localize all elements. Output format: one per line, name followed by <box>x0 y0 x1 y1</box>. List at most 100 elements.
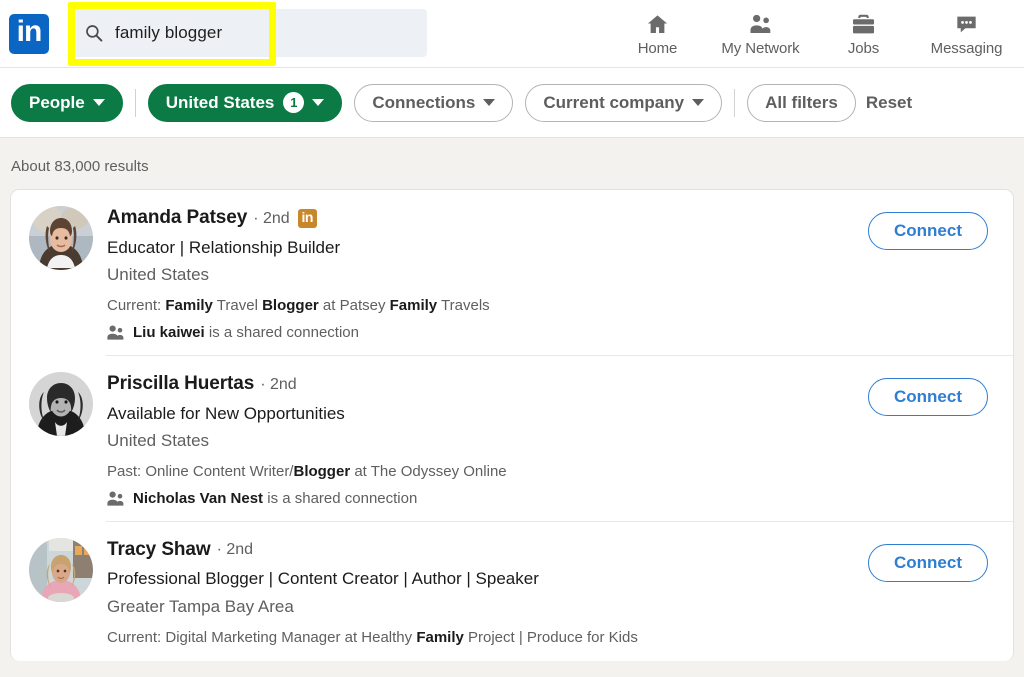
experience-parts: Family Travel Blogger at Patsey Family T… <box>165 297 489 314</box>
connection-degree: · 2nd <box>253 209 289 228</box>
connection-degree: · 2nd <box>217 540 253 559</box>
filter-pill-united-states[interactable]: United States 1 <box>148 84 343 122</box>
name-line: Priscilla Huertas · 2nd <box>107 373 868 396</box>
experience-prefix: Past: <box>107 463 145 480</box>
result-item[interactable]: Priscilla Huertas · 2nd Available for Ne… <box>106 355 1013 521</box>
home-icon <box>645 12 670 37</box>
result-item[interactable]: Tracy Shaw · 2nd Professional Blogger | … <box>106 521 1013 662</box>
nav-icon-group: Home My Network Jobs <box>606 0 1018 68</box>
filter-pill-people-label: People <box>29 93 85 113</box>
shared-connection-suffix: is a shared connection <box>205 324 359 341</box>
filter-pill-current-company[interactable]: Current company <box>525 84 722 122</box>
filter-pill-current-company-label: Current company <box>543 93 684 113</box>
experience-prefix: Current: <box>107 297 165 314</box>
shared-connection: Nicholas Van Nest is a shared connection <box>107 490 868 507</box>
shared-connection: Liu kaiwei is a shared connection <box>107 324 868 341</box>
person-location: Greater Tampa Bay Area <box>107 596 868 617</box>
avatar[interactable] <box>29 538 93 602</box>
experience-prefix: Current: <box>107 629 165 646</box>
top-navigation-bar: in family blogger Home <box>0 0 1024 68</box>
experience-highlight: Family <box>416 629 464 646</box>
person-experience: Current: Family Travel Blogger at Patsey… <box>107 296 868 316</box>
person-name[interactable]: Amanda Patsey <box>107 207 247 230</box>
connect-button[interactable]: Connect <box>868 212 988 250</box>
result-info: Amanda Patsey · 2nd in Educator | Relati… <box>107 206 868 341</box>
nav-item-messaging-label: Messaging <box>931 40 1003 57</box>
filter-count-badge: 1 <box>283 92 304 113</box>
result-info: Priscilla Huertas · 2nd Available for Ne… <box>107 372 868 507</box>
filter-divider-2 <box>734 89 735 117</box>
nav-item-home[interactable]: Home <box>606 0 709 68</box>
avatar-column <box>29 372 107 436</box>
person-experience: Past: Online Content Writer/Blogger at T… <box>107 462 868 482</box>
person-location: United States <box>107 264 868 285</box>
avatar[interactable] <box>29 206 93 270</box>
experience-text: at Patsey <box>319 297 390 314</box>
nav-item-my-network[interactable]: My Network <box>709 0 812 68</box>
result-item[interactable]: Amanda Patsey · 2nd in Educator | Relati… <box>11 190 1013 355</box>
experience-highlight: Family <box>165 297 213 314</box>
person-name[interactable]: Tracy Shaw <box>107 539 211 562</box>
person-headline: Educator | Relationship Builder <box>107 237 868 258</box>
nav-item-my-network-label: My Network <box>721 40 799 57</box>
nav-item-home-label: Home <box>638 40 678 57</box>
connection-degree: · 2nd <box>260 375 296 394</box>
connect-button[interactable]: Connect <box>868 544 988 582</box>
all-filters-label: All filters <box>765 93 838 113</box>
experience-highlight: Blogger <box>262 297 319 314</box>
shared-connection-name: Liu kaiwei <box>133 324 205 341</box>
experience-text: Digital Marketing Manager at Healthy <box>165 629 416 646</box>
linkedin-logo[interactable]: in <box>9 14 49 54</box>
people-icon <box>107 324 124 341</box>
shared-connection-name: Nicholas Van Nest <box>133 490 263 507</box>
nav-item-jobs[interactable]: Jobs <box>812 0 915 68</box>
person-location: United States <box>107 430 868 451</box>
experience-text: Online Content Writer/ <box>145 463 293 480</box>
person-headline: Professional Blogger | Content Creator |… <box>107 568 868 589</box>
filter-pill-people[interactable]: People <box>11 84 123 122</box>
nav-item-messaging[interactable]: Messaging <box>915 0 1018 68</box>
experience-text: at The Odyssey Online <box>350 463 506 480</box>
result-info: Tracy Shaw · 2nd Professional Blogger | … <box>107 538 868 648</box>
search-input-value: family blogger <box>115 23 222 43</box>
filter-bar: People United States 1 Connections Curre… <box>0 68 1024 138</box>
filter-pill-connections[interactable]: Connections <box>354 84 513 122</box>
premium-badge-icon: in <box>298 209 317 228</box>
avatar[interactable] <box>29 372 93 436</box>
results-count: About 83,000 results <box>0 138 1024 189</box>
filter-pill-united-states-label: United States <box>166 93 275 113</box>
avatar-column <box>29 206 107 270</box>
shared-connection-text: Liu kaiwei is a shared connection <box>133 324 359 341</box>
chevron-down-icon <box>93 99 105 106</box>
experience-text: Travel <box>213 297 262 314</box>
search-input[interactable]: family blogger <box>75 9 269 56</box>
avatar-column <box>29 538 107 602</box>
shared-connection-suffix: is a shared connection <box>263 490 417 507</box>
search-icon <box>85 24 103 42</box>
filter-pill-connections-label: Connections <box>372 93 475 113</box>
person-experience: Current: Digital Marketing Manager at He… <box>107 628 868 648</box>
chevron-down-icon <box>483 99 495 106</box>
people-icon <box>107 490 124 507</box>
person-headline: Available for New Opportunities <box>107 403 868 424</box>
reset-button[interactable]: Reset <box>856 93 922 113</box>
experience-text: Project | Produce for Kids <box>464 629 638 646</box>
experience-parts: Online Content Writer/Blogger at The Ody… <box>145 463 506 480</box>
filter-divider-1 <box>135 89 136 117</box>
chevron-down-icon <box>692 99 704 106</box>
briefcase-icon <box>851 12 876 37</box>
experience-text: Travels <box>437 297 490 314</box>
people-icon <box>748 12 773 37</box>
connect-button[interactable]: Connect <box>868 378 988 416</box>
nav-item-jobs-label: Jobs <box>848 40 879 57</box>
experience-parts: Digital Marketing Manager at Healthy Fam… <box>165 629 637 646</box>
shared-connection-text: Nicholas Van Nest is a shared connection <box>133 490 417 507</box>
search-results-card: Amanda Patsey · 2nd in Educator | Relati… <box>10 189 1014 661</box>
name-line: Amanda Patsey · 2nd in <box>107 207 868 230</box>
experience-highlight: Family <box>390 297 438 314</box>
message-bubble-icon <box>954 12 979 37</box>
chevron-down-icon <box>312 99 324 106</box>
all-filters-button[interactable]: All filters <box>747 84 856 122</box>
person-name[interactable]: Priscilla Huertas <box>107 373 254 396</box>
experience-highlight: Blogger <box>293 463 350 480</box>
